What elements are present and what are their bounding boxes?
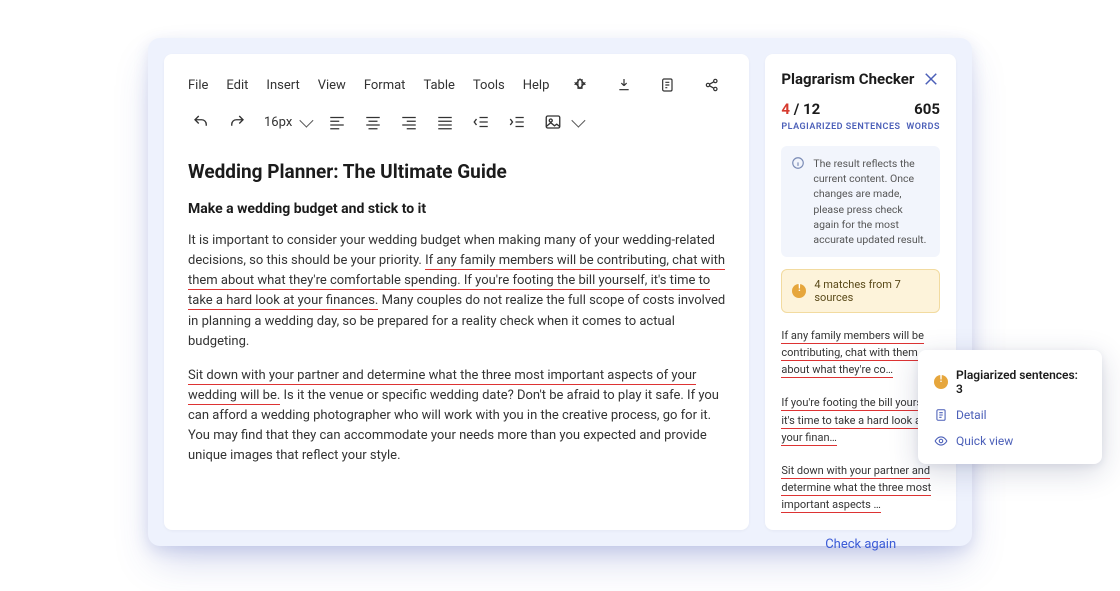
editor-pane: File Edit Insert View Format Table Tools… <box>164 54 749 530</box>
match-snippet-2[interactable]: If you're footing the bill yourself, it'… <box>781 394 940 445</box>
document-content[interactable]: Wedding Planner: The Ultimate Guide Make… <box>188 160 725 481</box>
info-box: The result reflects the current content.… <box>781 146 940 257</box>
match-snippet-3[interactable]: Sit down with your partner and determine… <box>781 462 940 513</box>
matches-box: 4 matches from 7 sources <box>781 269 940 313</box>
panel-title: Plagrarism Checker <box>781 70 914 88</box>
align-justify-icon[interactable] <box>432 109 458 135</box>
menu-file[interactable]: File <box>188 78 208 93</box>
popup-quick-view[interactable]: Quick view <box>934 428 1086 454</box>
font-size-value: 16px <box>264 115 292 130</box>
doc-paragraph-1: It is important to consider your wedding… <box>188 231 725 352</box>
menu-edit[interactable]: Edit <box>226 78 248 93</box>
note-icon[interactable] <box>655 72 681 98</box>
font-size-select[interactable]: 16px <box>260 115 314 130</box>
document-icon <box>934 408 948 422</box>
doc-title: Wedding Planner: The Ultimate Guide <box>188 160 725 183</box>
chevron-down-icon <box>300 114 314 128</box>
menu-table[interactable]: Table <box>423 78 454 93</box>
warning-icon <box>934 375 948 389</box>
popup-detail[interactable]: Detail <box>934 402 1086 428</box>
plagiarized-count: 4 <box>781 100 790 118</box>
doc-paragraph-2: Sit down with your partner and determine… <box>188 366 725 467</box>
menu-insert[interactable]: Insert <box>266 78 299 93</box>
align-right-icon[interactable] <box>396 109 422 135</box>
align-center-icon[interactable] <box>360 109 386 135</box>
plagiarized-total: 12 <box>803 100 820 118</box>
warning-icon <box>792 284 806 298</box>
share-icon[interactable] <box>699 72 725 98</box>
close-icon[interactable] <box>922 70 940 88</box>
doc-subtitle: Make a wedding budget and stick to it <box>188 201 725 217</box>
menu-help[interactable]: Help <box>523 78 550 93</box>
menubar: File Edit Insert View Format Table Tools… <box>188 72 725 98</box>
toolbar: 16px <box>188 104 725 140</box>
check-again-button[interactable]: Check again <box>781 529 940 552</box>
download-icon[interactable] <box>611 72 637 98</box>
plagiarized-label: PLAGIARIZED SENTENCES <box>781 122 900 132</box>
menu-view[interactable]: View <box>318 78 346 93</box>
eye-icon <box>934 434 948 448</box>
popup-title: Plagiarized sentences: 3 <box>956 368 1086 396</box>
align-left-icon[interactable] <box>324 109 350 135</box>
popup-header: Plagiarized sentences: 3 <box>934 362 1086 402</box>
undo-icon[interactable] <box>188 109 214 135</box>
words-label: WORDS <box>906 122 940 132</box>
redo-icon[interactable] <box>224 109 250 135</box>
menu-tools[interactable]: Tools <box>473 78 505 93</box>
upload-icon[interactable] <box>567 72 593 98</box>
panel-header: Plagrarism Checker <box>781 70 940 88</box>
words-stat: 605 WORDS <box>906 100 940 132</box>
app-window: File Edit Insert View Format Table Tools… <box>148 38 972 546</box>
match-snippet-1[interactable]: If any family members will be contributi… <box>781 327 940 378</box>
info-icon <box>791 156 805 170</box>
stats-row: 4 / 12 PLAGIARIZED SENTENCES 605 WORDS <box>781 100 940 132</box>
indent-icon[interactable] <box>504 109 530 135</box>
info-text: The result reflects the current content.… <box>813 157 926 246</box>
matches-text: 4 matches from 7 sources <box>814 278 929 304</box>
snippet-popup: Plagiarized sentences: 3 Detail Quick vi… <box>918 350 1102 464</box>
outdent-icon[interactable] <box>468 109 494 135</box>
image-icon[interactable] <box>540 109 566 135</box>
plagiarized-stat: 4 / 12 PLAGIARIZED SENTENCES <box>781 100 900 132</box>
chevron-down-icon[interactable] <box>572 114 586 128</box>
menu-format[interactable]: Format <box>364 78 406 93</box>
words-count: 605 <box>906 100 940 118</box>
